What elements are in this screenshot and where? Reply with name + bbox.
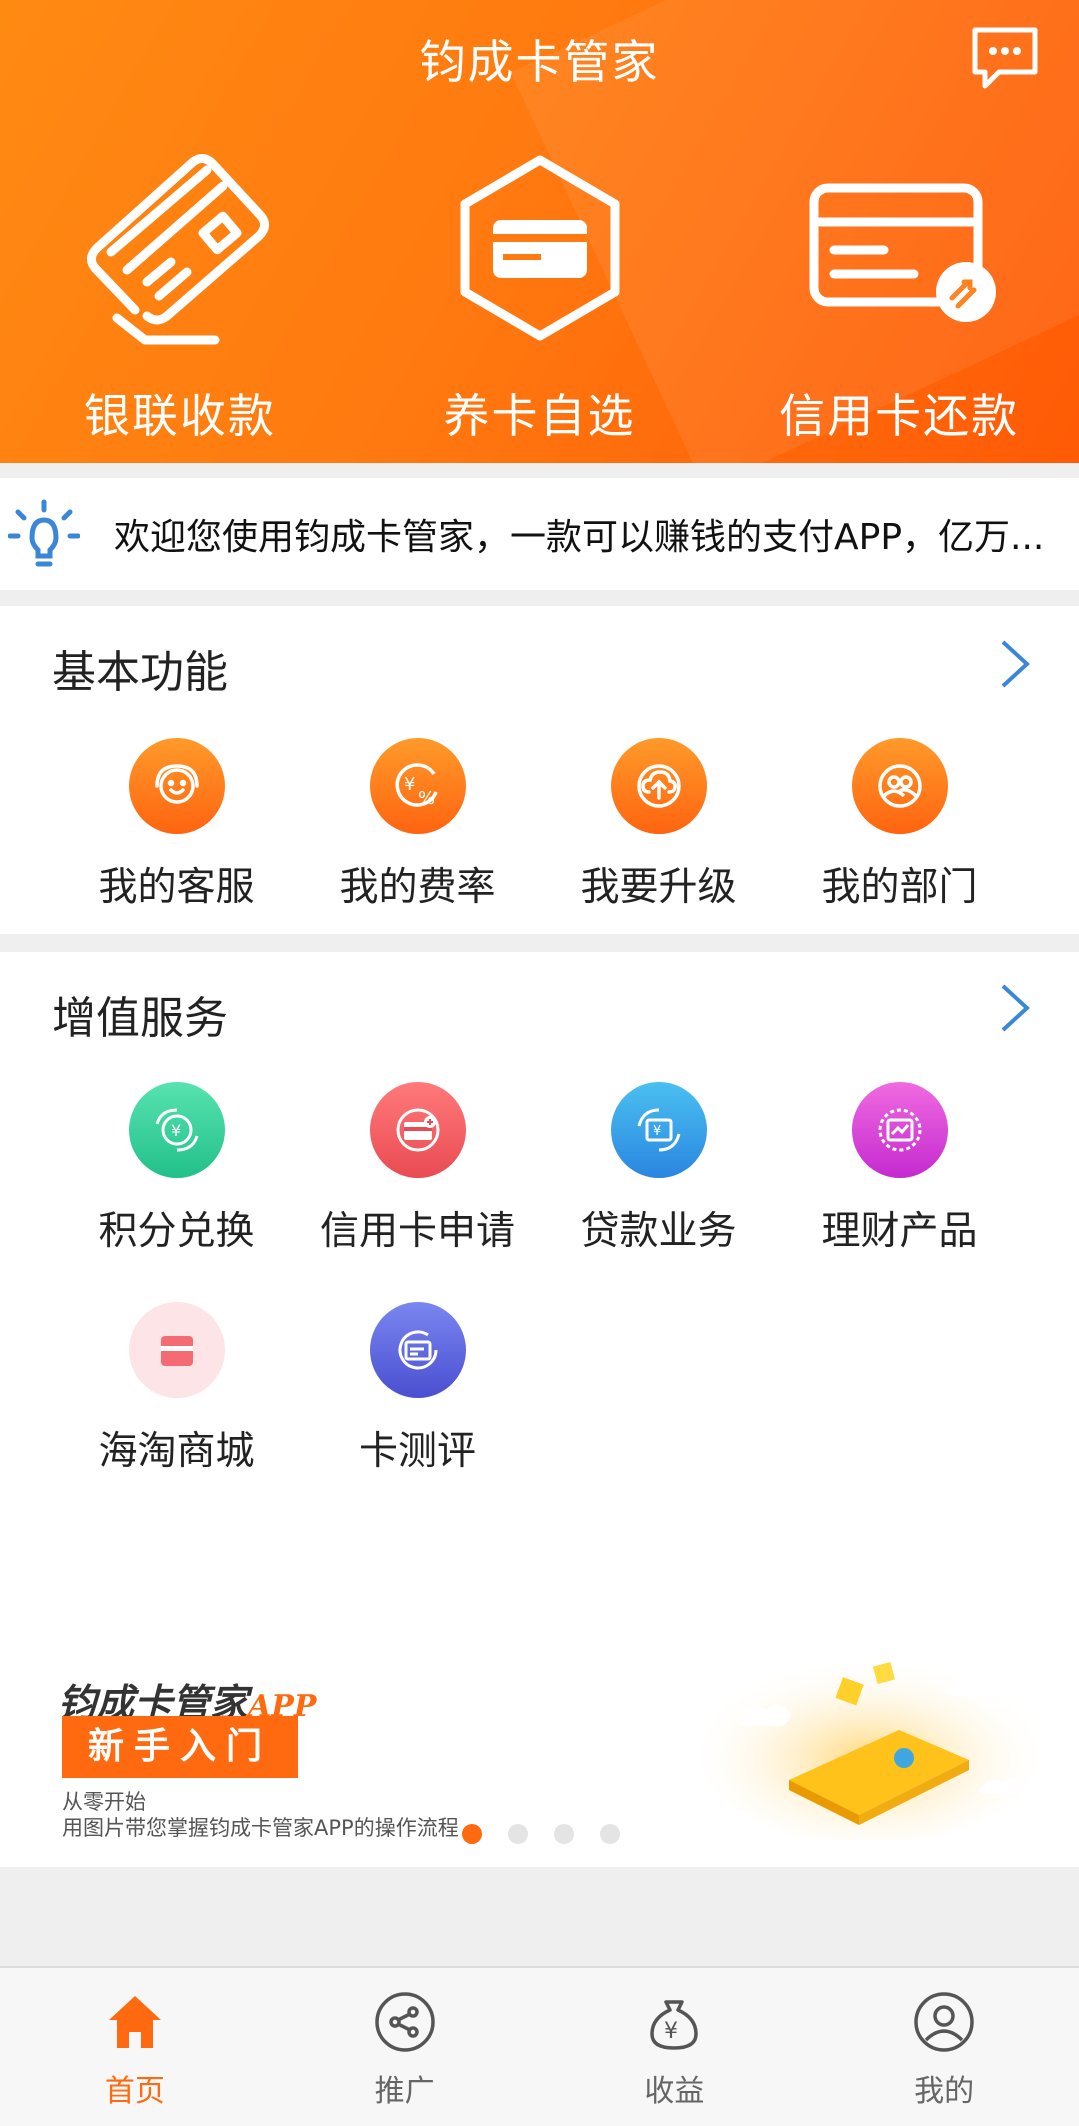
svg-text:%: % [418,788,435,809]
grid-item-card-review[interactable]: 卡测评 [297,1302,538,1476]
chevron-right-icon[interactable] [995,636,1035,692]
message-icon[interactable] [969,22,1041,94]
basic-functions-section: 基本功能 我的客服 ¥% 我的费率 我要升级 我的部门 [0,606,1079,934]
grid-item-department[interactable]: 我的部门 [779,738,1020,912]
bottom-tab-bar: 首页 推广 ¥ 收益 我的 [0,1966,1079,2126]
shop-icon [128,1302,225,1398]
points-exchange-icon: ¥ [128,1082,225,1178]
customer-service-icon [128,738,225,834]
hexagon-card-icon [435,150,645,360]
section-title-value: 增值服务 [52,993,228,1044]
user-icon [912,1990,976,2054]
svg-text:¥: ¥ [404,774,415,795]
tab-earnings[interactable]: ¥ 收益 [540,1968,810,2126]
header-item-repay[interactable]: 信用卡还款 [719,150,1079,446]
app-title: 钧成卡管家 [419,35,660,89]
header: 钧成卡管家 银联收款 养卡自选 信用卡还款 [0,0,1079,463]
grid-item-rate[interactable]: ¥% 我的费率 [297,738,538,912]
carousel-dots [462,1824,620,1844]
grid-item-points-exchange[interactable]: ¥ 积分兑换 [56,1082,297,1256]
carousel-dot[interactable] [508,1824,528,1844]
svg-text:¥: ¥ [664,2019,678,2044]
finance-icon [851,1082,948,1178]
section-title-basic: 基本功能 [52,647,228,698]
grid-item-shop[interactable]: 海淘商城 [56,1302,297,1476]
banner-tag: 新手入门 [62,1716,298,1778]
department-icon [851,738,948,834]
money-bag-icon: ¥ [642,1990,706,2054]
banner-illustration [699,1640,1039,1845]
tab-home[interactable]: 首页 [0,1968,270,2126]
header-item-card-select[interactable]: 养卡自选 [360,150,720,446]
card-icon [75,150,285,360]
carousel-dot[interactable] [462,1824,482,1844]
tab-mine[interactable]: 我的 [809,1968,1079,2126]
lightbulb-icon [7,498,81,570]
promo-banner[interactable]: 钧成卡管家APP 新手入门 从零开始 用图片带您掌握钧成卡管家APP的操作流程 [0,1600,1079,1867]
loan-icon: ¥ [610,1082,707,1178]
svg-text:¥: ¥ [171,1121,181,1140]
carousel-dot[interactable] [600,1824,620,1844]
grid-item-customer-service[interactable]: 我的客服 [56,738,297,912]
grid-item-loan[interactable]: ¥ 贷款业务 [538,1082,779,1256]
credit-card-apply-icon [369,1082,466,1178]
grid-item-upgrade[interactable]: 我要升级 [538,738,779,912]
header-item-unionpay[interactable]: 银联收款 [0,150,360,446]
card-review-icon [369,1302,466,1398]
rate-icon: ¥% [369,738,466,834]
banner-description: 用图片带您掌握钧成卡管家APP的操作流程 [62,1816,459,1840]
notice-text: 欢迎您使用钧成卡管家，一款可以赚钱的支付APP，亿万... [114,517,1045,558]
svg-text:¥: ¥ [653,1124,661,1139]
card-repay-icon [794,150,1004,360]
share-icon [373,1990,437,2054]
grid-item-credit-card-apply[interactable]: 信用卡申请 [297,1082,538,1256]
home-icon [103,1990,167,2054]
grid-item-finance[interactable]: 理财产品 [779,1082,1020,1256]
tab-promote[interactable]: 推广 [270,1968,540,2126]
upgrade-icon [610,738,707,834]
notice-bar[interactable]: 欢迎您使用钧成卡管家，一款可以赚钱的支付APP，亿万... [0,478,1079,590]
chevron-right-icon[interactable] [995,980,1035,1036]
carousel-dot[interactable] [554,1824,574,1844]
